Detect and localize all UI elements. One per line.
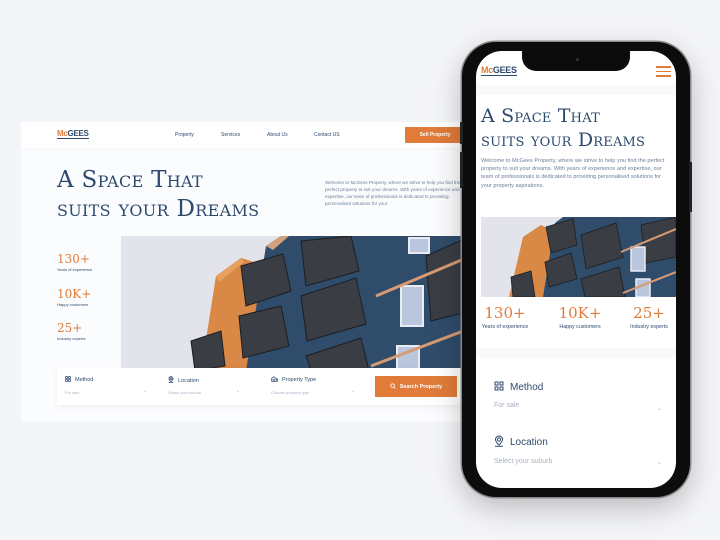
chevron-down-icon: ⌄	[656, 406, 662, 412]
building-photo-mobile	[481, 217, 676, 297]
logo-underline	[57, 138, 89, 139]
mobile-location-field[interactable]: Location Select your suburb ⌄	[494, 435, 662, 466]
location-value: Select your suburb	[494, 458, 553, 465]
stat-label: Industry experts	[57, 336, 86, 341]
method-value: For sale	[65, 390, 80, 395]
mobile-hero-title: A Space That suits your Dreams	[481, 104, 645, 152]
stat-years: 130+ Years of experience	[479, 304, 531, 330]
hero-description: Welcome to McGees Property, where we str…	[325, 180, 461, 206]
search-button-label: Search Property	[399, 383, 443, 390]
method-label: Method	[75, 377, 94, 383]
property-type-field[interactable]: Property Type Choose property type ⌄	[263, 368, 363, 405]
location-field-header: Location	[168, 376, 199, 385]
location-field[interactable]: Location Select your suburb ⌄	[160, 368, 260, 405]
stat-experts: 25+ Industry experts	[624, 304, 674, 330]
chevron-down-icon: ⌄	[143, 388, 148, 394]
camera-dot	[576, 58, 579, 61]
method-field-header: Method	[65, 376, 93, 384]
nav-link-about-us[interactable]: About Us	[267, 132, 314, 138]
phone-button	[460, 122, 463, 144]
nav-link-contact-us[interactable]: Contact US	[314, 132, 340, 138]
location-field-header: Location	[494, 435, 662, 450]
location-label: Location	[178, 377, 199, 384]
phone-mockup: McGEES A Space That suits your Dreams We…	[460, 42, 692, 497]
chevron-down-icon: ⌄	[656, 460, 662, 466]
location-pin-icon	[168, 376, 174, 385]
hero-title-line-2: suits your Dreams	[481, 129, 646, 151]
stat-customers: 10K+ Happy customers	[552, 304, 608, 330]
stat-value: 130+	[57, 252, 90, 266]
stat-label: Years of experience	[481, 324, 529, 330]
hero-title-line-2: suits your Dreams	[57, 196, 260, 222]
mobile-stats-row: 130+ Years of experience 10K+ Happy cust…	[476, 304, 676, 339]
stat-label: Industry experts	[630, 324, 668, 330]
phone-button	[460, 152, 463, 188]
building-photo	[121, 236, 471, 371]
header-separator	[476, 85, 676, 95]
mobile-method-field[interactable]: Method For sale ⌄	[494, 381, 662, 412]
stat-label: Happy customers	[559, 324, 601, 330]
stat-years: 130+ Years of experience	[57, 252, 92, 272]
phone-notch	[522, 51, 630, 71]
hamburger-icon[interactable]	[656, 66, 671, 77]
mcgees-logo-mobile[interactable]: McGEES	[481, 65, 517, 76]
grid-icon	[494, 381, 504, 394]
chevron-down-icon: ⌄	[351, 388, 356, 394]
logo-mc: Mc	[57, 129, 68, 138]
phone-screen: McGEES A Space That suits your Dreams We…	[476, 51, 676, 488]
grid-icon	[65, 376, 71, 384]
mobile-hero-description: Welcome to McGees Property, where we str…	[481, 158, 665, 189]
desktop-preview: McGEES Property Services About Us Contac…	[21, 122, 471, 422]
hero-title-line-1: A Space That	[57, 167, 204, 193]
location-value: Select your suburb	[168, 390, 202, 395]
logo-mc: Mc	[481, 65, 493, 75]
search-property-button[interactable]: Search Property	[375, 376, 457, 397]
stat-value: 130+	[484, 304, 526, 322]
location-label: Location	[510, 437, 548, 448]
desktop-search-bar: Method For sale ⌄ Location Select your s…	[57, 368, 467, 405]
stat-value: 25+	[633, 304, 665, 322]
method-field-header: Method	[494, 381, 662, 394]
stats-separator	[476, 348, 676, 358]
stat-experts: 25+ Industry experts	[57, 321, 85, 341]
method-value: For sale	[494, 402, 520, 409]
chevron-down-icon: ⌄	[236, 388, 241, 394]
hero-title: A Space That suits your Dreams	[57, 166, 259, 224]
stat-value: 25+	[57, 321, 83, 335]
property-type-field-header: Property Type	[271, 376, 316, 384]
hero-title-line-1: A Space That	[481, 105, 600, 127]
nav-link-services[interactable]: Services	[221, 132, 267, 138]
phone-button	[689, 162, 692, 212]
house-icon	[271, 376, 278, 384]
property-type-value: Choose property type	[271, 390, 310, 395]
method-label: Method	[510, 382, 544, 393]
stat-label: Happy customers	[57, 302, 89, 307]
stat-value: 10K+	[57, 287, 92, 301]
logo-gees: GEES	[67, 129, 89, 138]
desktop-nav-links: Property Services About Us Contact US	[175, 132, 340, 138]
property-type-label: Property Type	[282, 377, 317, 383]
method-field[interactable]: Method For sale ⌄	[57, 368, 157, 405]
search-icon	[390, 382, 396, 391]
stat-label: Years of experience	[57, 267, 93, 272]
desktop-navbar: McGEES Property Services About Us Contac…	[21, 122, 471, 148]
logo-underline	[481, 75, 517, 76]
stat-customers: 10K+ Happy customers	[57, 287, 91, 307]
sell-property-button[interactable]: Sell Property	[405, 127, 465, 143]
location-pin-icon	[494, 435, 504, 450]
stat-value: 10K+	[558, 304, 602, 322]
mcgees-logo[interactable]: McGEES	[57, 129, 89, 139]
logo-gees: GEES	[492, 65, 517, 75]
nav-link-property[interactable]: Property	[175, 132, 221, 138]
